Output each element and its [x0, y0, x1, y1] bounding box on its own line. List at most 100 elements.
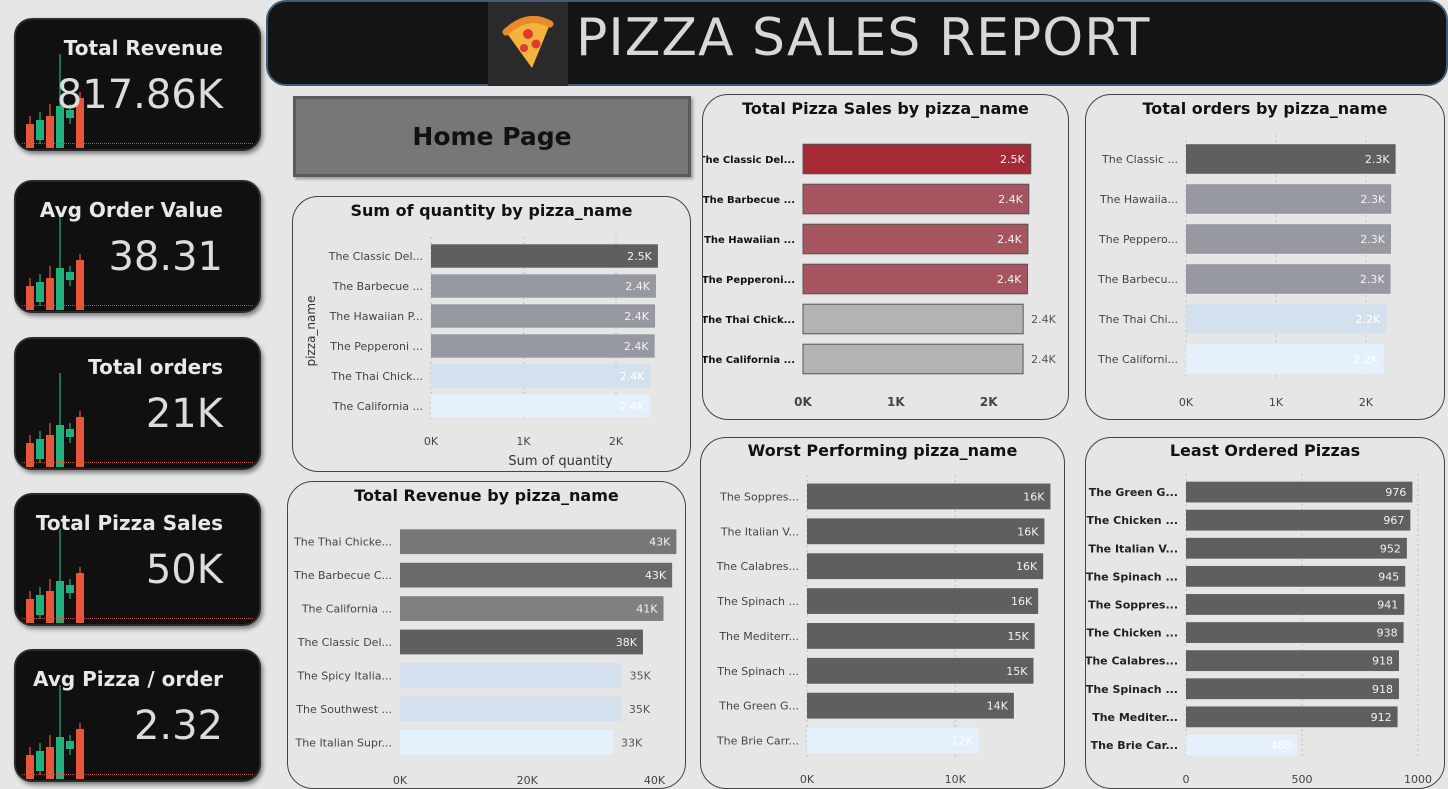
bar[interactable]: [1186, 678, 1399, 700]
kpi-value: 38.31: [108, 234, 223, 280]
bar[interactable]: [1186, 565, 1406, 587]
bar[interactable]: [807, 692, 1014, 719]
bar[interactable]: [1186, 481, 1413, 503]
bar[interactable]: [400, 529, 677, 555]
bar[interactable]: [807, 588, 1039, 614]
x-tick-label: 2K: [1359, 396, 1374, 409]
category-label: The Peppero...: [1098, 233, 1178, 246]
x-tick-label: 0K: [794, 395, 812, 409]
orders-bar-chart: 0K 1K 2K The Classic ... 2.3K The Hawaiia... 2…: [1097, 135, 1396, 409]
bar[interactable]: [400, 729, 614, 755]
kpi-baseline: [22, 462, 253, 463]
x-axis-title: Sum of quantity: [508, 454, 612, 469]
candle-body: [26, 755, 34, 779]
data-label: 2.2K: [1356, 313, 1381, 326]
pizza-slice-icon: [502, 16, 554, 68]
home-page-button[interactable]: Home Page: [293, 96, 691, 177]
least-ordered-bar-chart: 0 500 1000 The Green G... 976 The Chicken ...…: [1086, 474, 1432, 786]
bar[interactable]: [1186, 622, 1404, 643]
category-label: The Mediter...: [1092, 711, 1178, 724]
data-label: 480: [1270, 739, 1291, 752]
kpi-baseline: [22, 305, 253, 306]
bar[interactable]: [802, 303, 1024, 335]
candle-body: [36, 439, 44, 459]
bar[interactable]: [431, 364, 651, 388]
category-label: The Chicken ...: [1087, 514, 1179, 527]
candle-body: [36, 751, 44, 771]
bar[interactable]: [431, 274, 656, 298]
data-label: 15K: [1007, 630, 1029, 643]
revenue-bar-chart: 0K 20K 40K The Thai Chicke... 43K The Barbecu…: [293, 529, 677, 787]
data-label: 952: [1380, 542, 1401, 555]
category-label: The Thai Chi...: [1098, 313, 1178, 326]
data-label: 2.5K: [1000, 153, 1025, 166]
bar[interactable]: [1186, 650, 1399, 672]
data-label: 2.5K: [627, 250, 652, 263]
data-label: 14K: [987, 700, 1009, 713]
data-label: 2.3K: [1365, 153, 1390, 166]
bar[interactable]: [400, 562, 673, 588]
kpi-baseline: [22, 143, 253, 144]
x-tick-label: 10K: [945, 773, 967, 786]
data-label: 2.4K: [1031, 353, 1056, 366]
bar[interactable]: [1186, 537, 1407, 559]
category-label: The Soppres...: [1088, 598, 1178, 611]
bar[interactable]: [802, 263, 1029, 295]
bar[interactable]: [802, 143, 1032, 175]
bar[interactable]: [802, 343, 1024, 375]
quantity-bar-chart: 0K 1K 2K The Classic Del... 2.5K The Barbecue…: [304, 237, 658, 469]
category-label: The Thai Chick...: [703, 315, 795, 326]
category-label: The Pepperoni ...: [329, 340, 423, 353]
category-label: The Italian V...: [1088, 542, 1178, 555]
category-label: The Mediterr...: [718, 630, 799, 643]
candle-body: [26, 124, 34, 148]
bar[interactable]: [400, 629, 643, 655]
x-tick-label: 0K: [424, 435, 439, 448]
bar[interactable]: [400, 696, 621, 722]
chart-card-revenue: Total Revenue by pizza_name 0K 20K 40K The …: [287, 481, 686, 789]
bar[interactable]: [802, 223, 1029, 255]
data-label: 2.4K: [624, 310, 649, 323]
candle-body: [56, 737, 64, 779]
category-label: The Soppres...: [719, 490, 799, 503]
bar[interactable]: [802, 183, 1030, 215]
bar[interactable]: [807, 518, 1045, 545]
chart-card-least-ordered: Least Ordered Pizzas 0 500 1000 The Green G…: [1085, 437, 1445, 789]
data-label: 38K: [616, 636, 638, 649]
category-label: The California ...: [703, 355, 795, 366]
y-axis-title: pizza_name: [304, 296, 318, 367]
candle-body: [76, 417, 84, 467]
bar[interactable]: [431, 394, 651, 418]
bar[interactable]: [1186, 509, 1411, 531]
kpi-card-total-revenue: Total Revenue 817.86K: [14, 18, 261, 151]
data-label: 912: [1371, 711, 1392, 724]
bar[interactable]: [807, 657, 1034, 684]
data-label: 15K: [1006, 665, 1028, 678]
category-label: The Southwest ...: [295, 703, 392, 716]
data-label: 2.4K: [620, 370, 645, 383]
kpi-value: 21K: [145, 391, 223, 437]
bar[interactable]: [807, 483, 1051, 510]
data-label: 2.4K: [620, 400, 645, 413]
bar[interactable]: [400, 663, 622, 688]
bar[interactable]: [1186, 594, 1405, 615]
bar[interactable]: [807, 553, 1044, 580]
bar[interactable]: [400, 596, 664, 621]
data-label: 2.4K: [1031, 313, 1056, 326]
bar[interactable]: [1186, 706, 1398, 728]
x-tick-label: 40K: [644, 774, 666, 787]
kpi-card-total-orders: Total orders 21K: [14, 337, 261, 470]
category-label: The Barbecue ...: [703, 195, 795, 206]
category-label: The Classic Del...: [703, 155, 795, 166]
kpi-card-avg-order-value: Avg Order Value 38.31: [14, 180, 261, 313]
candle-body: [76, 729, 84, 779]
bar[interactable]: [431, 334, 655, 358]
bar[interactable]: [807, 623, 1035, 649]
kpi-label: Total Revenue: [63, 36, 223, 60]
data-label: 16K: [1016, 560, 1038, 573]
bar[interactable]: [431, 304, 656, 328]
candle-body: [26, 286, 34, 310]
pizza-sales-bar-chart: 0K 1K 2K The Classic Del... 2.5K The Barbecue…: [703, 143, 1057, 409]
bar[interactable]: [431, 244, 658, 268]
kpi-value: 2.32: [133, 703, 223, 749]
